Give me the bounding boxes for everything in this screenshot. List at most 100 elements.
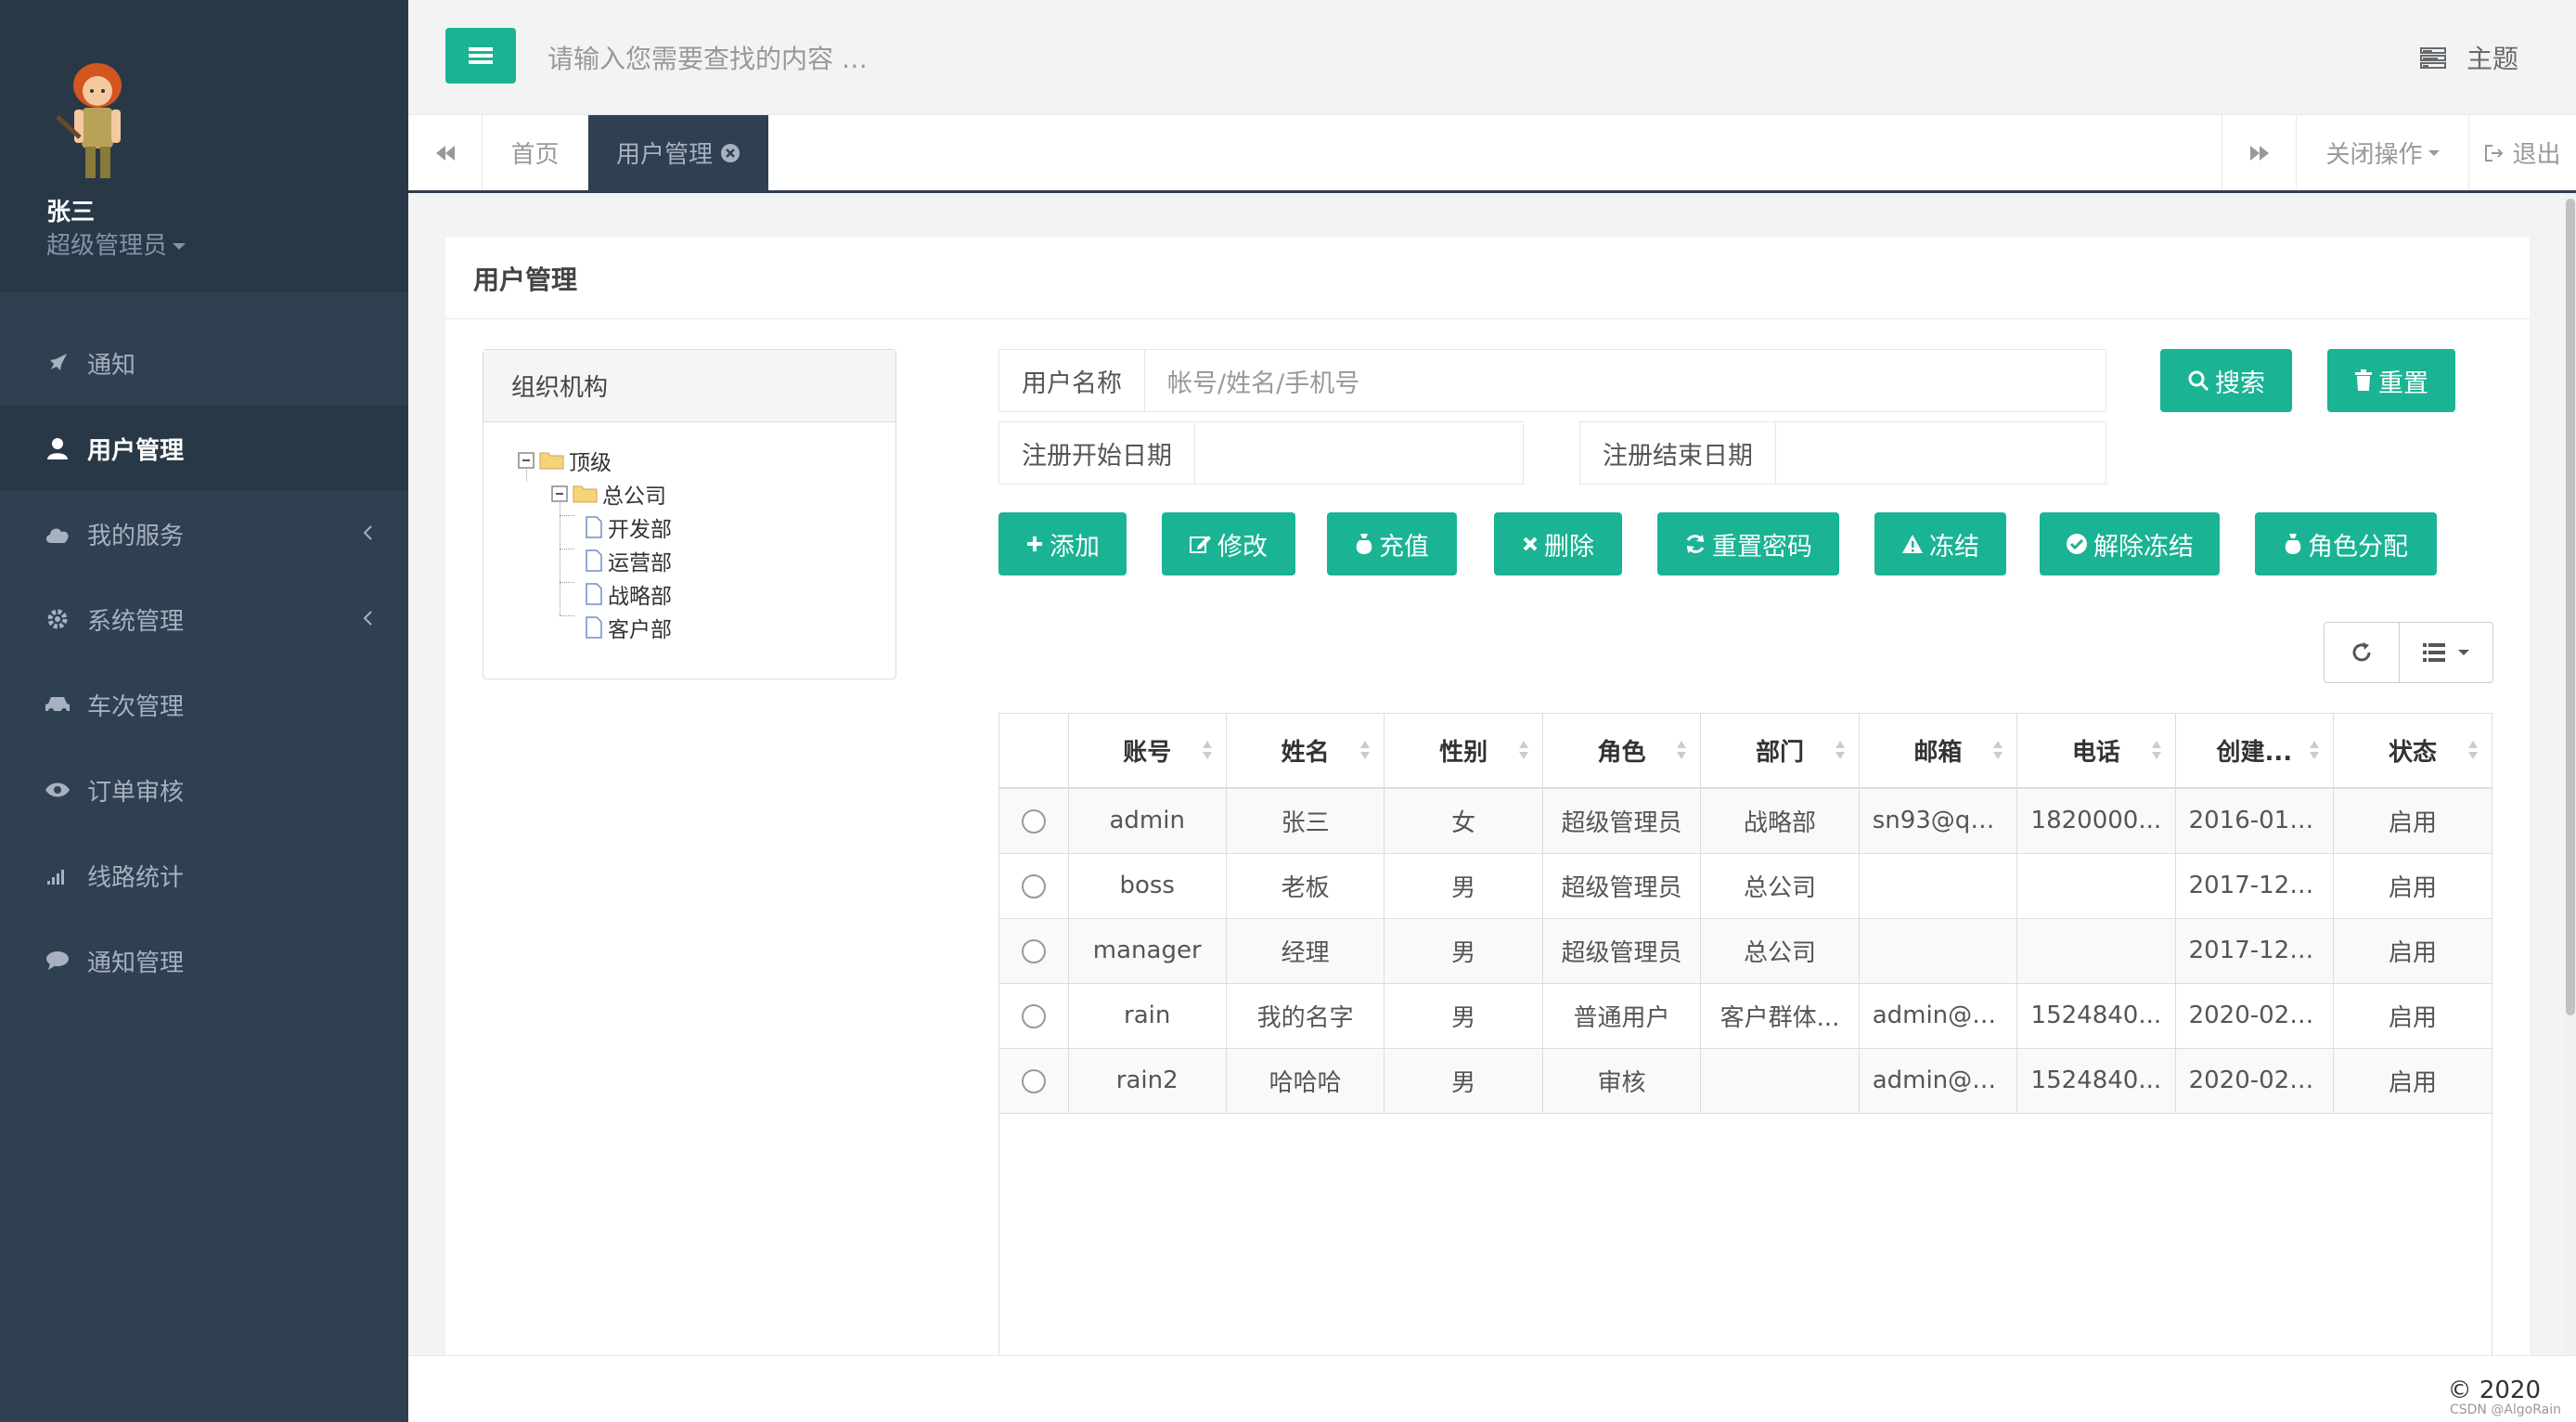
column-header[interactable]: 性别	[1384, 714, 1543, 789]
list-icon	[2423, 643, 2445, 662]
table-row[interactable]: admin 张三女超级管理员 战略部 sn93@qq... 1820000... 2016…	[999, 788, 2492, 854]
tab-scroll-right-button[interactable]	[2222, 115, 2296, 190]
row-select-cell	[999, 1048, 1069, 1114]
sort-icon[interactable]	[2309, 740, 2320, 760]
reset-button[interactable]: 重置	[2327, 349, 2455, 412]
user-name-input[interactable]: 帐号/姓名/手机号	[1145, 350, 2106, 411]
table-cell: 启用	[2333, 788, 2492, 854]
tree-node-department[interactable]: 运营部	[584, 547, 672, 575]
caret-down-icon	[2458, 650, 2469, 655]
sidebar-item-route-statistics[interactable]: 线路统计	[0, 833, 408, 918]
chevron-left-icon	[363, 611, 372, 626]
money-bag-icon	[2285, 534, 2301, 554]
column-header[interactable]: 邮箱	[1859, 714, 2018, 789]
sidebar-item-notice[interactable]: 通知	[0, 320, 408, 406]
tab-home[interactable]: 首页	[483, 115, 588, 190]
tree-node-department[interactable]: 开发部	[584, 513, 672, 542]
column-header[interactable]: 电话	[2016, 714, 2176, 789]
user-name-field-group: 用户名称 帐号/姓名/手机号	[998, 349, 2106, 412]
column-header[interactable]: 部门	[1700, 714, 1860, 789]
table-row[interactable]: rain2 哈哈哈男审核 admin@1... 1524840... 2020-02-.…	[999, 1048, 2492, 1114]
scrollbar-thumb[interactable]	[2566, 199, 2575, 1015]
minus-square-icon[interactable]	[517, 451, 535, 470]
column-header[interactable]: 账号	[1068, 714, 1227, 789]
search-icon	[2188, 370, 2209, 392]
delete-button[interactable]: 删除	[1494, 512, 1622, 575]
column-header[interactable]: 姓名	[1226, 714, 1385, 789]
tree-node-department[interactable]: 客户部	[584, 614, 672, 642]
theme-button[interactable]: 主题	[2419, 39, 2518, 76]
edit-button[interactable]: 修改	[1162, 512, 1295, 575]
add-button[interactable]: 添加	[998, 512, 1127, 575]
minus-square-icon[interactable]	[550, 485, 569, 503]
tab-user-management[interactable]: 用户管理	[588, 115, 768, 190]
row-radio[interactable]	[1021, 808, 1046, 834]
freeze-button[interactable]: 冻结	[1874, 512, 2006, 575]
recharge-button[interactable]: 充值	[1327, 512, 1457, 575]
column-header[interactable]: 创建...	[2175, 714, 2335, 789]
sidebar-item-system-management[interactable]: 系统管理	[0, 576, 408, 662]
unfreeze-button[interactable]: 解除冻结	[2040, 512, 2220, 575]
table-cell: rain2	[1068, 1048, 1227, 1114]
close-operations-dropdown[interactable]: 关闭操作	[2296, 115, 2468, 190]
top-bar: 请输入您需要查找的内容 … 主题	[408, 0, 2576, 115]
select-column-header	[999, 714, 1069, 789]
tree-line	[560, 515, 574, 516]
start-date-label: 注册开始日期	[999, 422, 1195, 484]
table-row[interactable]: boss 老板男超级管理员 总公司 2017-12-... 启用	[999, 853, 2492, 919]
tree-line	[560, 582, 574, 583]
sort-icon[interactable]	[1676, 740, 1687, 760]
reset-password-button[interactable]: 重置密码	[1657, 512, 1839, 575]
sidebar-item-user-management[interactable]: 用户管理	[0, 406, 408, 491]
caret-down-icon	[173, 243, 187, 250]
sidebar-item-my-services[interactable]: 我的服务	[0, 491, 408, 576]
top-search-input[interactable]: 请输入您需要查找的内容 …	[547, 39, 868, 76]
tree-node-department[interactable]: 战略部	[584, 580, 672, 609]
close-circle-icon[interactable]	[720, 143, 741, 163]
sort-icon[interactable]	[2151, 740, 2162, 760]
sort-icon[interactable]	[1202, 740, 1213, 760]
chevron-left-icon	[363, 525, 372, 540]
table-cell	[1859, 918, 2018, 984]
row-radio[interactable]	[1021, 873, 1046, 898]
table-refresh-button[interactable]	[2324, 622, 2400, 683]
table-columns-button[interactable]	[2399, 622, 2493, 683]
start-date-input[interactable]	[1195, 422, 1523, 484]
bars-icon	[469, 47, 493, 64]
sort-icon[interactable]	[1359, 740, 1371, 760]
row-radio[interactable]	[1021, 938, 1046, 963]
search-button[interactable]: 搜索	[2160, 349, 2292, 412]
logout-button[interactable]: 退出	[2468, 115, 2576, 190]
table-row[interactable]: manager 经理男超级管理员 总公司 2017-12-... 启用	[999, 918, 2492, 984]
tree-node-company[interactable]: 总公司	[550, 480, 666, 509]
table-cell: 男	[1384, 918, 1543, 984]
column-header[interactable]: 状态	[2333, 714, 2492, 789]
avatar[interactable]	[46, 56, 148, 186]
row-radio[interactable]	[1021, 1068, 1046, 1093]
row-select-cell	[999, 788, 1069, 854]
table-cell: 启用	[2333, 983, 2492, 1049]
sort-icon[interactable]	[1518, 740, 1529, 760]
assign-role-button[interactable]: 角色分配	[2255, 512, 2437, 575]
tab-scroll-left-button[interactable]	[408, 115, 483, 190]
table-row[interactable]: rain 我的名字男普通用户 客户群体... admin@1... 1524840...…	[999, 983, 2492, 1049]
page-scrollbar[interactable]	[2565, 193, 2576, 1355]
user-role-dropdown[interactable]: 超级管理员	[46, 226, 187, 261]
row-radio[interactable]	[1021, 1003, 1046, 1028]
menu-toggle-button[interactable]	[445, 28, 516, 84]
tree-node-root[interactable]: 顶级	[517, 446, 612, 475]
sidebar-item-train-management[interactable]: 车次管理	[0, 662, 408, 747]
table-cell: 启用	[2333, 918, 2492, 984]
refresh-icon	[2352, 642, 2371, 662]
sidebar-item-order-review[interactable]: 订单审核	[0, 747, 408, 833]
sidebar-item-notice-management[interactable]: 通知管理	[0, 918, 408, 1003]
sort-icon[interactable]	[1992, 740, 2003, 760]
sort-icon[interactable]	[1835, 740, 1846, 760]
sort-icon[interactable]	[2467, 740, 2479, 760]
end-date-input[interactable]	[1776, 422, 2106, 484]
sidebar: 张三 超级管理员 通知 用户管理 我的服务 系统管理 车次管理 订单审核 线路统…	[0, 0, 408, 1422]
table-cell: 男	[1384, 1048, 1543, 1114]
table-cell: 2020-02-...	[2175, 1048, 2335, 1114]
column-header[interactable]: 角色	[1542, 714, 1702, 789]
sign-out-icon	[2485, 144, 2504, 162]
